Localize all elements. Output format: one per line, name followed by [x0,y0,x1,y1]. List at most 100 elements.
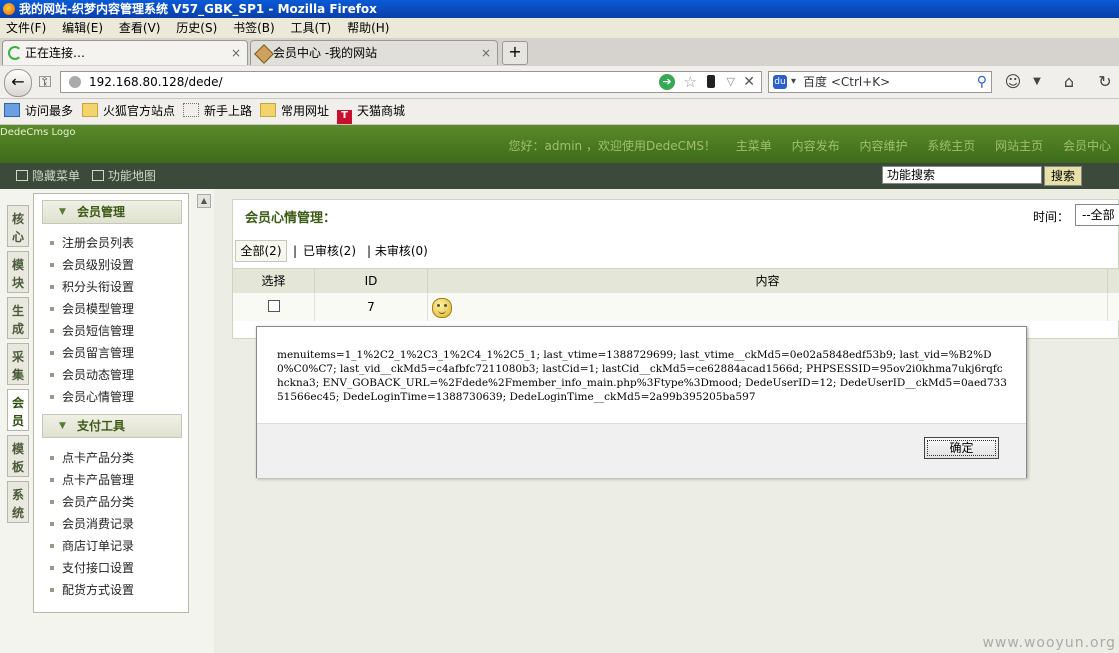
bookmark-most-visited[interactable]: 访问最多 [4,99,73,124]
vtab-template[interactable]: 模板 [7,435,29,477]
bookmark-firefox-site[interactable]: 火狐官方站点 [82,99,175,124]
menu-item-order-records[interactable]: 商店订单记录 [50,537,134,554]
search-placeholder: 百度 <Ctrl+K> [803,75,891,89]
header-link-maintain[interactable]: 内容维护 [859,139,907,153]
bookmark-common-sites[interactable]: 常用网址 [260,99,329,124]
bullet-icon [50,307,54,311]
menu-edit[interactable]: 编辑(E) [62,21,103,35]
go-icon[interactable]: ➔ [659,74,675,90]
menu-group-payment[interactable]: ▼ 支付工具 [42,414,182,438]
back-button[interactable]: ← [4,69,32,97]
header-link-publish[interactable]: 内容发布 [792,139,840,153]
row-checkbox[interactable] [267,300,280,312]
time-select[interactable]: --全部 [1075,204,1119,226]
sidebar-menu: ▼ 会员管理 注册会员列表 会员级别设置 积分头衔设置 会员模型管理 会员短信管理… [33,193,189,613]
menu-bookmarks[interactable]: 书签(B) [233,21,275,35]
filter-all[interactable]: 全部(2) [235,240,287,262]
bullet-icon [50,395,54,399]
tab-label: 会员中心 -我的网站 [273,46,378,60]
search-input[interactable]: du ▾ 百度 <Ctrl+K> ⚲ [768,71,992,93]
url-dropdown-icon[interactable]: ▽ [727,72,735,92]
addon-dropdown-icon[interactable]: ▼ [1026,71,1048,93]
reload-button[interactable]: ↻ [1094,71,1116,93]
menu-item-consumption-records[interactable]: 会员消费记录 [50,515,134,532]
bullet-icon [50,566,54,570]
vtab-collect[interactable]: 采集 [7,343,29,385]
stop-icon[interactable]: ✕ [743,72,755,92]
new-tab-button[interactable]: + [502,41,528,65]
menu-file[interactable]: 文件(F) [6,21,46,35]
collapse-icon: ▼ [59,421,66,431]
page-title: 会员心情管理： [245,211,337,226]
vtab-module[interactable]: 模块 [7,251,29,293]
cms-logo: DedeCms Logo [0,127,76,138]
menu-item-member-product-category[interactable]: 会员产品分类 [50,493,134,510]
vtab-generate[interactable]: 生成 [7,297,29,339]
filter-unchecked[interactable]: | 未审核(0) [367,240,428,262]
menu-item-member-mood[interactable]: 会员心情管理 [50,388,134,405]
menu-bar: 文件(F) 编辑(E) 查看(V) 历史(S) 书签(B) 工具(T) 帮助(H… [0,18,1119,38]
time-label: 时间： [1033,210,1070,224]
search-icon[interactable]: ⚲ [977,72,987,92]
vtab-member[interactable]: 会员 [7,389,29,431]
collapse-icon: ▼ [59,207,66,217]
function-search-button[interactable]: 搜索 [1044,166,1082,186]
filter-separator: | [293,244,298,258]
close-tab-icon[interactable]: × [231,41,241,65]
menu-history[interactable]: 历史(S) [176,21,217,35]
home-button[interactable]: ⌂ [1058,71,1080,93]
ok-button[interactable]: 确定 [924,437,999,459]
tab-strip: 正在连接… × 会员中心 -我的网站 × + [0,38,1119,67]
window-title-bar: 我的网站-织梦内容管理系统 V57_GBK_SP1 - Mozilla Fire… [0,0,1119,18]
header-link-site-home[interactable]: 网站主页 [995,139,1043,153]
search-engine-dropdown-icon[interactable]: ▾ [791,72,796,92]
menu-tools[interactable]: 工具(T) [291,21,332,35]
header-link-member-center[interactable]: 会员中心 [1063,139,1111,153]
cms-toolbar: 隐藏菜单 功能地图 功能搜索 搜索 [0,163,1119,189]
vtab-system[interactable]: 系统 [7,481,29,523]
menu-item-card-category[interactable]: 点卡产品分类 [50,449,134,466]
bullet-icon [50,241,54,245]
menu-item-member-sms[interactable]: 会员短信管理 [50,322,134,339]
menu-item-member-messages[interactable]: 会员留言管理 [50,344,134,361]
most-visited-icon [4,103,20,117]
globe-icon [69,76,81,88]
alert-footer: 确定 [257,423,1026,478]
menu-view[interactable]: 查看(V) [119,21,161,35]
menu-item-payment-interface[interactable]: 支付接口设置 [50,559,134,576]
hide-menu-icon [16,170,28,181]
bookmark-getting-started[interactable]: 新手上路 [183,99,252,124]
url-bar[interactable]: 192.168.80.128/dede/ ➔ ☆ ▽ ✕ [60,71,762,93]
table-row: 7 [233,293,1119,321]
scroll-up-icon[interactable]: ▲ [197,194,211,208]
tab-connecting[interactable]: 正在连接… × [2,40,248,65]
bookmark-tmall[interactable]: T 天猫商城 [337,99,405,124]
tab-member-center[interactable]: 会员中心 -我的网站 × [250,40,498,65]
menu-item-member-activity[interactable]: 会员动态管理 [50,366,134,383]
bullet-icon [50,456,54,460]
function-search-input[interactable]: 功能搜索 [882,166,1042,184]
vtab-core[interactable]: 核心 [7,205,29,247]
menu-item-card-products[interactable]: 点卡产品管理 [50,471,134,488]
mobile-icon[interactable] [707,75,715,88]
url-text: 192.168.80.128/dede/ [89,75,223,89]
menu-group-member[interactable]: ▼ 会员管理 [42,200,182,224]
filter-checked[interactable]: 已审核(2) [303,240,356,262]
close-tab-icon[interactable]: × [481,41,491,65]
function-map-button[interactable]: 功能地图 [92,163,156,189]
menu-item-register-list[interactable]: 注册会员列表 [50,234,134,251]
cms-header: DedeCms Logo 您好：admin ，欢迎使用DedeCMS！ 主菜单 … [0,125,1119,163]
menu-item-delivery-settings[interactable]: 配货方式设置 [50,581,134,598]
menu-help[interactable]: 帮助(H) [347,21,389,35]
hide-menu-button[interactable]: 隐藏菜单 [16,163,80,189]
addon-icon[interactable]: ☺ [1002,71,1024,93]
menu-item-member-level[interactable]: 会员级别设置 [50,256,134,273]
key-icon[interactable]: ⚿ [34,71,56,93]
bullet-icon [50,373,54,377]
menu-item-points-title[interactable]: 积分头衔设置 [50,278,134,295]
bookmark-star-icon[interactable]: ☆ [684,72,697,92]
header-link-main-menu[interactable]: 主菜单 [736,139,772,153]
header-link-system-home[interactable]: 系统主页 [927,139,975,153]
firefox-icon [3,3,15,15]
menu-item-member-model[interactable]: 会员模型管理 [50,300,134,317]
